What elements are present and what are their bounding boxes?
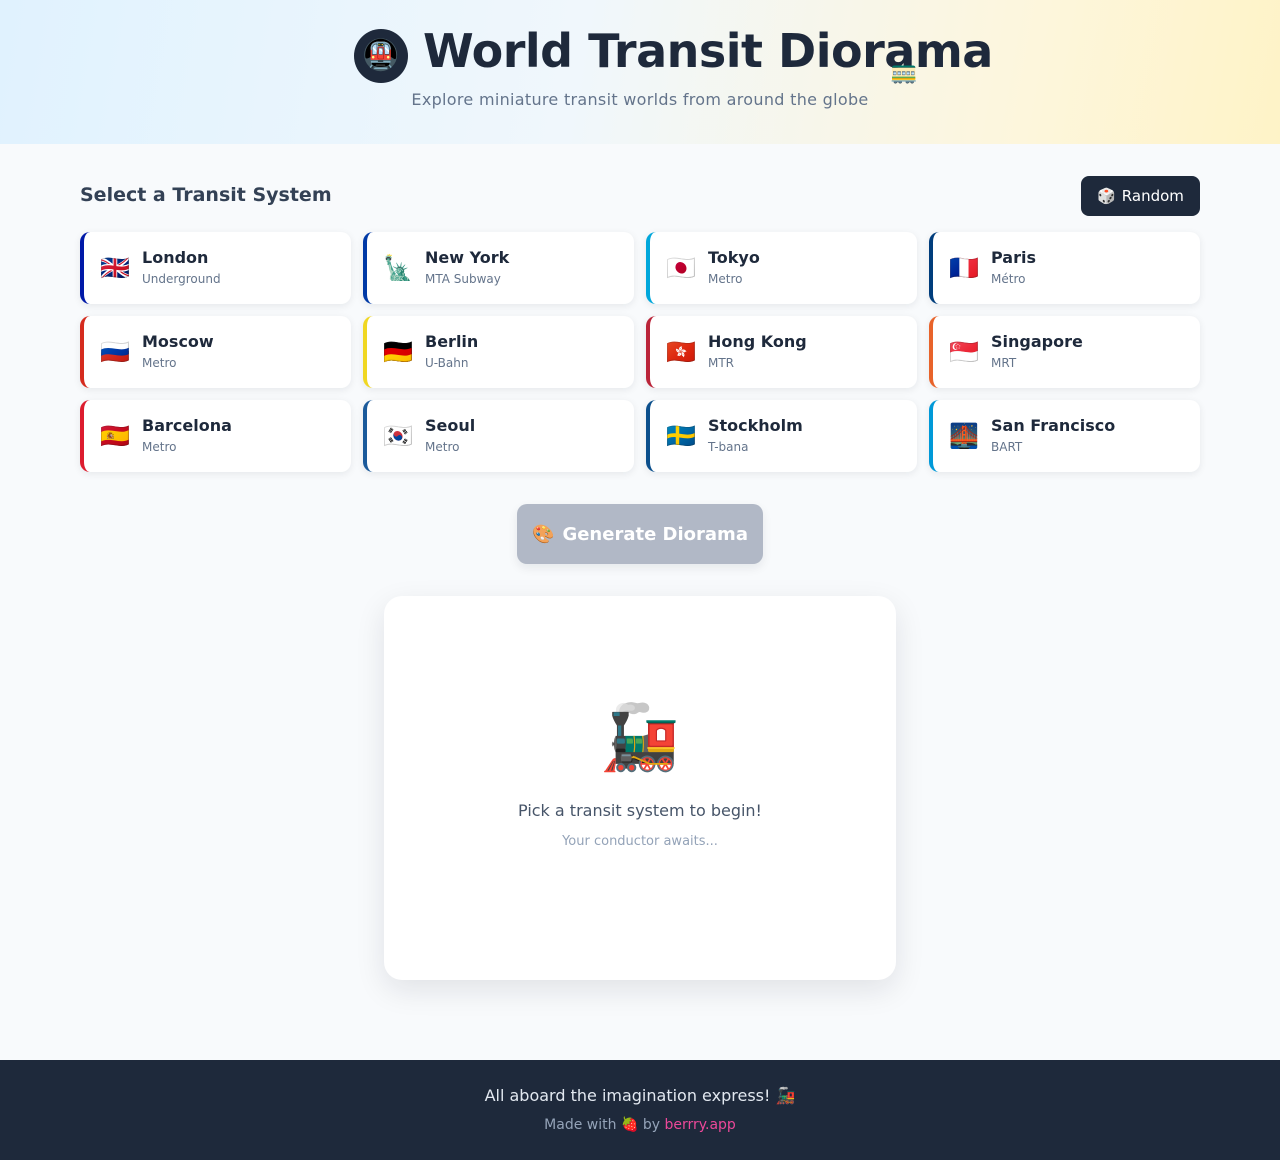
transit-card-tokyo[interactable]: 🇯🇵 Tokyo Metro	[646, 232, 917, 304]
generate-button-label: Generate Diorama	[562, 523, 748, 545]
flag-icon: 🇷🇺	[100, 338, 130, 366]
city-name: Berlin	[425, 332, 479, 351]
city-name: Tokyo	[708, 248, 760, 267]
system-name: BART	[991, 440, 1023, 454]
empty-state-submessage: Your conductor awaits...	[562, 834, 718, 849]
card-text: London Underground	[142, 248, 221, 288]
flag-icon: 🇸🇪	[666, 422, 696, 450]
transit-card-paris[interactable]: 🇫🇷 Paris Métro	[929, 232, 1200, 304]
flag-icon: 🗽	[383, 254, 413, 282]
city-name: London	[142, 248, 209, 267]
app-subtitle: Explore miniature transit worlds from ar…	[411, 90, 869, 109]
generate-diorama-button[interactable]: 🎨 Generate Diorama	[517, 504, 763, 564]
page-footer: All aboard the imagination express! 🚂 Ma…	[0, 1060, 1280, 1160]
system-name: Metro	[425, 440, 460, 454]
system-name: Metro	[708, 272, 743, 286]
tram-icon: 🚃	[890, 60, 918, 85]
transit-card-new-york[interactable]: 🗽 New York MTA Subway	[363, 232, 634, 304]
random-button[interactable]: 🎲 Random	[1081, 176, 1200, 216]
system-name: MTR	[708, 356, 735, 370]
city-name: New York	[425, 248, 510, 267]
card-text: Singapore MRT	[991, 332, 1083, 372]
system-name: MRT	[991, 356, 1017, 370]
card-text: Tokyo Metro	[708, 248, 760, 288]
footer-credit: Made with 🍓 by berrry.app	[0, 1117, 1280, 1133]
city-name: Singapore	[991, 332, 1083, 351]
flag-icon: 🇰🇷	[383, 422, 413, 450]
steam-train-icon: 🚂	[600, 701, 680, 775]
metro-logo-icon: 🚇	[354, 29, 408, 83]
system-name: Metro	[142, 356, 177, 370]
transit-card-singapore[interactable]: 🇸🇬 Singapore MRT	[929, 316, 1200, 388]
system-name: Underground	[142, 272, 221, 286]
transit-card-london[interactable]: 🇬🇧 London Underground	[80, 232, 351, 304]
transit-card-seoul[interactable]: 🇰🇷 Seoul Metro	[363, 400, 634, 472]
card-text: Stockholm T-bana	[708, 416, 803, 456]
transit-card-berlin[interactable]: 🇩🇪 Berlin U-Bahn	[363, 316, 634, 388]
flag-icon: 🇯🇵	[666, 254, 696, 282]
system-name: Metro	[142, 440, 177, 454]
transit-card-hong-kong[interactable]: 🇭🇰 Hong Kong MTR	[646, 316, 917, 388]
berrry-app-link[interactable]: berrry.app	[664, 1117, 735, 1133]
card-text: Barcelona Metro	[142, 416, 232, 456]
card-text: New York MTA Subway	[425, 248, 509, 288]
card-text: Seoul Metro	[425, 416, 475, 456]
page-header: 🚇 World Transit Diorama 🚃 Explore miniat…	[0, 0, 1280, 144]
card-text: Hong Kong MTR	[708, 332, 807, 372]
by-text: by	[642, 1117, 660, 1133]
city-name: Seoul	[425, 416, 476, 435]
transit-card-san-francisco[interactable]: 🌉 San Francisco BART	[929, 400, 1200, 472]
card-text: Berlin U-Bahn	[425, 332, 478, 372]
flag-icon: 🌉	[949, 422, 979, 450]
system-name: U-Bahn	[425, 356, 469, 370]
city-name: Barcelona	[142, 416, 232, 435]
dice-icon: 🎲	[1097, 187, 1116, 205]
random-button-label: Random	[1121, 187, 1184, 205]
flag-icon: 🇬🇧	[100, 254, 130, 282]
city-name: Stockholm	[708, 416, 803, 435]
palette-icon: 🎨	[532, 523, 555, 545]
city-name: Paris	[991, 248, 1036, 267]
section-title: Select a Transit System	[80, 184, 332, 206]
system-name: MTA Subway	[425, 272, 501, 286]
system-name: T-bana	[708, 440, 749, 454]
transit-card-barcelona[interactable]: 🇪🇸 Barcelona Metro	[80, 400, 351, 472]
card-text: Paris Métro	[991, 248, 1036, 288]
system-name: Métro	[991, 272, 1026, 286]
city-name: San Francisco	[991, 416, 1116, 435]
footer-tagline: All aboard the imagination express! 🚂	[484, 1086, 796, 1105]
card-text: San Francisco BART	[991, 416, 1115, 456]
empty-state-message: Pick a transit system to begin!	[518, 801, 762, 820]
city-name: Hong Kong	[708, 332, 807, 351]
transit-card-stockholm[interactable]: 🇸🇪 Stockholm T-bana	[646, 400, 917, 472]
diorama-canvas: 🚂 Pick a transit system to begin! Your c…	[384, 596, 896, 980]
transit-card-moscow[interactable]: 🇷🇺 Moscow Metro	[80, 316, 351, 388]
flag-icon: 🇸🇬	[949, 338, 979, 366]
city-name: Moscow	[142, 332, 214, 351]
flag-icon: 🇩🇪	[383, 338, 413, 366]
card-text: Moscow Metro	[142, 332, 214, 372]
made-with-text: Made with	[544, 1117, 617, 1133]
flag-icon: 🇭🇰	[666, 338, 696, 366]
flag-icon: 🇪🇸	[100, 422, 130, 450]
flag-icon: 🇫🇷	[949, 254, 979, 282]
transit-system-grid: 🇬🇧 London Underground 🗽 New York MTA Subway 🇯🇵…	[80, 232, 1200, 472]
strawberry-icon: 🍓	[620, 1117, 639, 1133]
